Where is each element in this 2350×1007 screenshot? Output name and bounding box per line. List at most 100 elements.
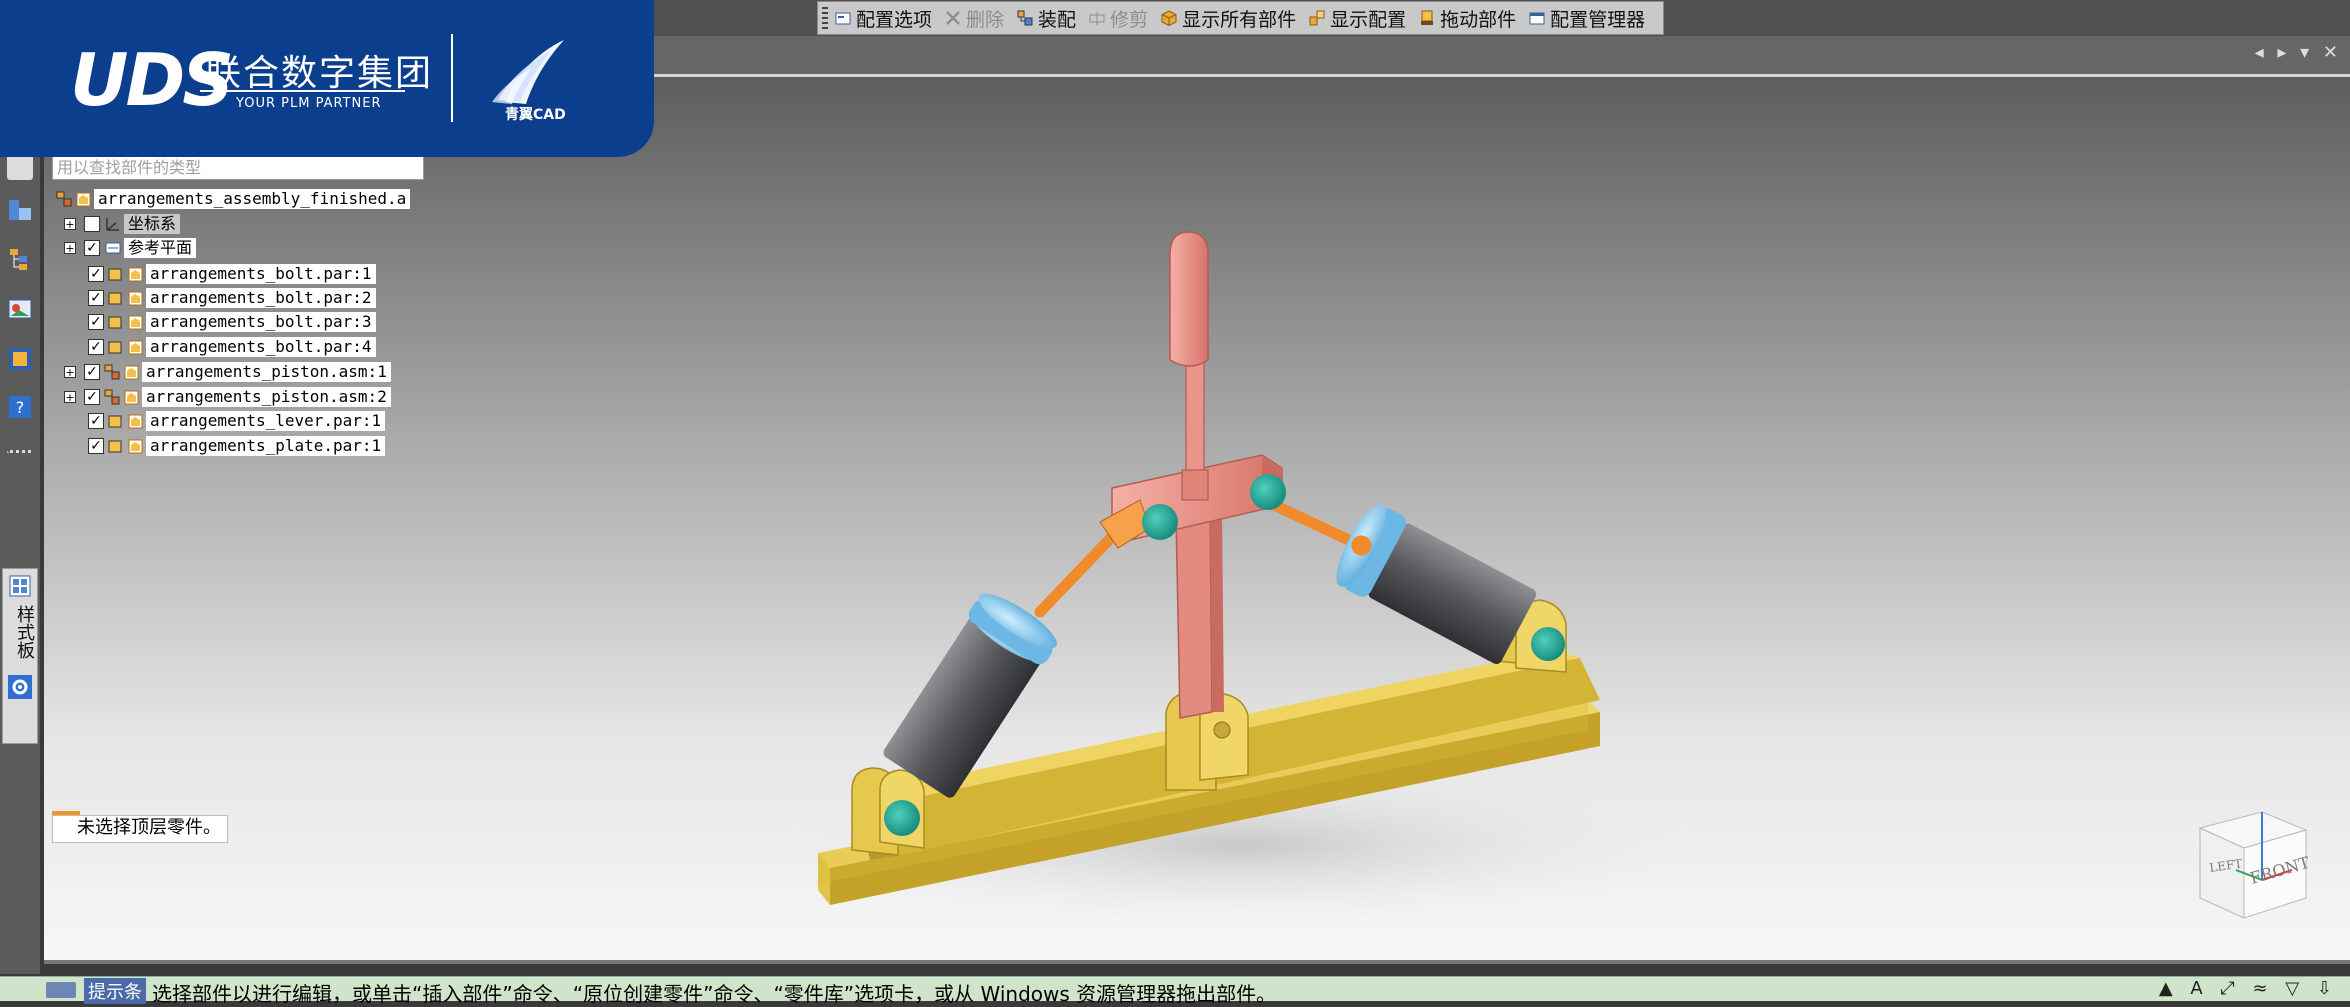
assemble-icon <box>1016 9 1034 27</box>
visibility-checkbox[interactable]: ✓ <box>84 389 100 405</box>
tree-node-bolt-3[interactable]: ✓ arrangements_bolt.par:3 <box>88 311 376 333</box>
tree-node-bolt-4[interactable]: ✓ arrangements_bolt.par:4 <box>88 336 376 358</box>
tree-node-label: arrangements_bolt.par:1 <box>146 264 376 284</box>
status-bar-controls[interactable]: ▲ A ⤢ ≈ ▽ ⇩ <box>2159 978 2338 999</box>
pin-left-bottom <box>884 800 920 836</box>
visibility-checkbox[interactable]: ✓ <box>88 314 104 330</box>
expand-toggle[interactable]: + <box>64 218 76 230</box>
settings-gear-icon[interactable] <box>7 674 33 700</box>
visibility-checkbox[interactable]: ✓ <box>88 266 104 282</box>
palette-tab[interactable]: 样式板 <box>2 568 38 744</box>
sensors-icon[interactable] <box>7 346 33 372</box>
palette-icon <box>9 575 31 597</box>
reference-plane-icon <box>104 239 122 257</box>
right-piston-cylinder[interactable] <box>1327 498 1540 669</box>
drag-part-button[interactable]: 拖动部件 <box>1418 5 1516 32</box>
drag-part-label: 拖动部件 <box>1440 8 1517 31</box>
part-icon <box>108 437 144 455</box>
help-icon[interactable]: ? <box>7 394 33 420</box>
tree-node-bolt-2[interactable]: ✓ arrangements_bolt.par:2 <box>88 287 376 309</box>
show-all-parts-icon <box>1160 9 1178 27</box>
assembly-toolbar: 配置选项 删除 装配 修剪 显示所有部件 显示配置 拖动部件 配置管理器 <box>817 1 1665 35</box>
tree-node-bolt-1[interactable]: ✓ arrangements_bolt.par:1 <box>88 263 376 285</box>
tree-node-label: arrangements_bolt.par:4 <box>146 337 376 357</box>
trim-button[interactable]: 修剪 <box>1088 5 1148 32</box>
hint-text: 选择部件以进行编辑，或单击“插入部件”命令、“原位创建零件”命令、“零件库”选项… <box>152 982 1277 1006</box>
show-config-button[interactable]: 显示配置 <box>1308 5 1406 32</box>
config-options-button[interactable]: 配置选项 <box>834 5 932 32</box>
tree-node-plate[interactable]: ✓ arrangements_plate.par:1 <box>88 435 386 457</box>
trim-icon <box>1088 9 1106 27</box>
hint-icon <box>46 982 76 998</box>
tree-node-reference-planes[interactable]: + ✓ 参考平面 <box>64 237 197 259</box>
assemble-label: 装配 <box>1038 8 1077 31</box>
config-manager-label: 配置管理器 <box>1550 8 1646 31</box>
part-icon <box>108 289 144 307</box>
wrench-icon[interactable] <box>7 154 33 180</box>
company-name-cn: 联合数字集团 <box>205 53 434 94</box>
delete-icon <box>944 9 962 27</box>
visibility-checkbox[interactable]: ✓ <box>88 438 104 454</box>
product-name: 青翼CAD <box>505 107 566 123</box>
visibility-checkbox[interactable]: ✓ <box>88 290 104 306</box>
show-config-label: 显示配置 <box>1330 8 1407 31</box>
show-all-parts-label: 显示所有部件 <box>1182 8 1297 31</box>
expand-toggle[interactable]: + <box>64 242 76 254</box>
tree-node-label: 坐标系 <box>124 214 181 234</box>
logo-banner: UDS 联合数字集团 YOUR PLM PARTNER 青翼CAD <box>0 0 654 157</box>
config-options-icon <box>834 9 852 27</box>
selection-status: 未选择顶层零件。 <box>52 815 228 843</box>
parts-library-icon[interactable] <box>7 198 33 224</box>
expand-toggle[interactable]: + <box>64 366 76 378</box>
tree-node-label: arrangements_piston.asm:1 <box>142 362 391 382</box>
hint-label: 提示条 <box>84 978 146 1004</box>
tree-search-input[interactable]: 用以查找部件的类型 <box>52 156 424 180</box>
config-options-label: 配置选项 <box>856 8 933 31</box>
show-config-icon <box>1308 9 1326 27</box>
assembly-icon <box>56 190 92 208</box>
tree-node-label: arrangements_plate.par:1 <box>146 436 386 456</box>
tree-node-lever[interactable]: ✓ arrangements_lever.par:1 <box>88 410 386 432</box>
tree-node-label: arrangements_bolt.par:3 <box>146 312 376 332</box>
viewport-frame <box>44 960 2350 964</box>
part-icon <box>108 338 144 356</box>
left-clevis-bracket[interactable] <box>851 767 925 856</box>
left-piston-rod[interactable] <box>1034 499 1151 618</box>
logo-divider <box>451 34 453 122</box>
assemble-button[interactable]: 装配 <box>1016 5 1076 32</box>
logo-rule <box>200 90 405 92</box>
feature-tree-icon[interactable] <box>7 246 33 272</box>
layers-icon[interactable] <box>7 296 33 322</box>
tree-node-label: arrangements_piston.asm:2 <box>142 387 391 407</box>
visibility-checkbox[interactable]: ✓ <box>88 413 104 429</box>
expand-toggle[interactable]: + <box>64 391 76 403</box>
tree-node-coordinate-system[interactable]: + 坐标系 <box>64 213 181 235</box>
tree-node-label: arrangements_bolt.par:2 <box>146 288 376 308</box>
visibility-checkbox[interactable]: ✓ <box>84 240 100 256</box>
separator-grip <box>7 450 33 469</box>
config-manager-button[interactable]: 配置管理器 <box>1528 5 1645 32</box>
tree-root[interactable]: arrangements_assembly_finished.a <box>56 188 411 210</box>
lever[interactable] <box>1111 231 1283 719</box>
tree-node-label: 参考平面 <box>124 238 197 258</box>
visibility-checkbox[interactable]: ✓ <box>84 364 100 380</box>
delete-button[interactable]: 删除 <box>944 5 1004 32</box>
pin-lever-right <box>1250 474 1286 510</box>
drag-part-icon <box>1418 9 1436 27</box>
palette-tab-label: 样式板 <box>14 605 35 659</box>
trim-label: 修剪 <box>1110 8 1149 31</box>
view-cube[interactable]: LEFT FRONT <box>2198 811 2312 919</box>
tree-node-piston-2[interactable]: + ✓ arrangements_piston.asm:2 <box>64 386 391 408</box>
subassembly-icon <box>104 363 140 381</box>
left-icon-bar: ? 样式板 <box>0 74 40 974</box>
view-nav-controls[interactable]: ◂ ▸ ▾ ✕ <box>2255 42 2342 63</box>
tree-node-label: arrangements_lever.par:1 <box>146 411 386 431</box>
tree-root-label: arrangements_assembly_finished.a <box>94 189 411 209</box>
visibility-checkbox[interactable] <box>84 216 100 232</box>
show-all-parts-button[interactable]: 显示所有部件 <box>1160 5 1296 32</box>
toolbar-grip[interactable] <box>822 7 828 29</box>
visibility-checkbox[interactable]: ✓ <box>88 339 104 355</box>
pin-lever-left <box>1142 504 1178 540</box>
subassembly-icon <box>104 388 140 406</box>
tree-node-piston-1[interactable]: + ✓ arrangements_piston.asm:1 <box>64 361 391 383</box>
